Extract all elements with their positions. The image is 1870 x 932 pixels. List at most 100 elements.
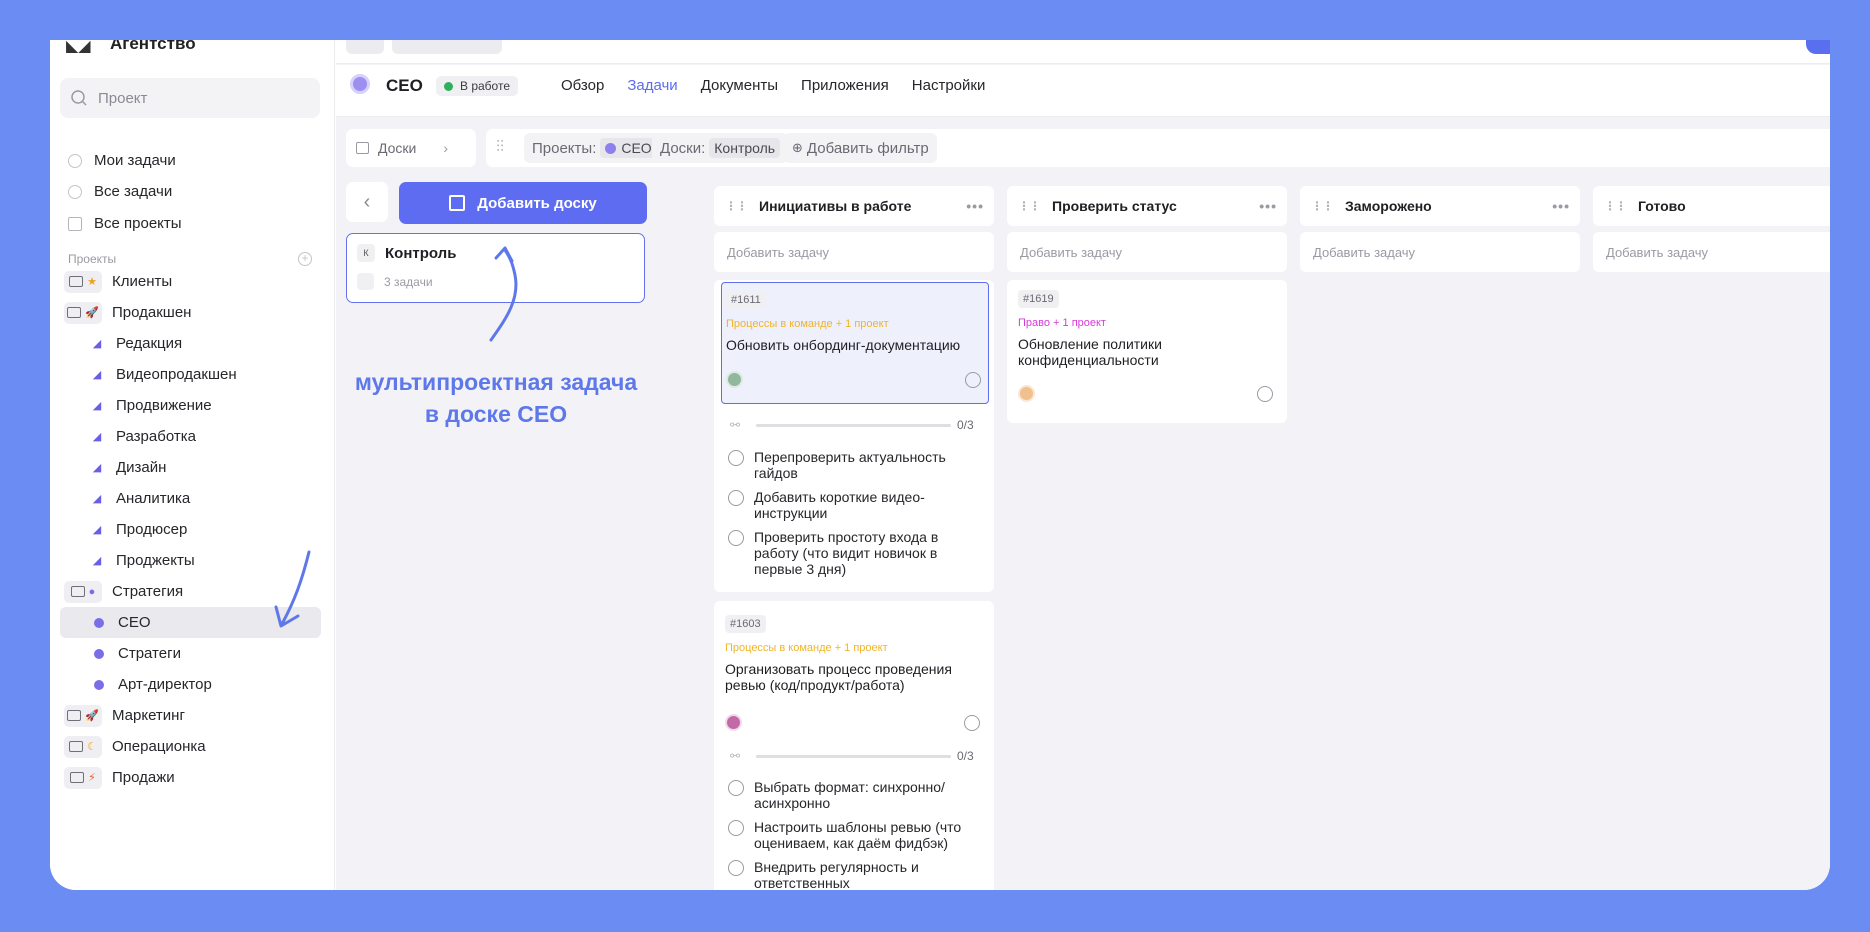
sidebar-project-item[interactable]: 🚀 Маркетинг — [60, 700, 321, 731]
sidebar-project-item[interactable]: ★ Клиенты — [60, 266, 321, 297]
column-header[interactable]: ⋮⋮ Инициативы в работе ••• — [714, 186, 994, 226]
sidebar-project-item[interactable]: ☾ Операционка — [60, 731, 321, 762]
subtask-progress: 0/3 — [957, 418, 974, 432]
sidebar-project-item[interactable]: ◢ Аналитика — [60, 483, 321, 514]
task-projects[interactable]: Право + 1 проект — [1018, 317, 1106, 329]
add-project-icon[interactable]: + — [298, 252, 312, 266]
sidebar-project-item[interactable]: CEO — [60, 607, 321, 638]
subtask-checkbox[interactable] — [728, 530, 744, 546]
task-title: Обновление политики конфиденциальности — [1018, 336, 1162, 368]
task-projects[interactable]: Процессы в команде + 1 проект — [726, 318, 889, 330]
sidebar-project-label: Стратегия — [112, 583, 184, 600]
sidebar-project-item[interactable]: ◢ Проджекты — [60, 545, 321, 576]
sliders-icon[interactable]: ⫶⫶ — [496, 139, 504, 157]
subtask-item[interactable]: Выбрать формат: синхронно/ асинхронно — [728, 779, 983, 811]
top-bar — [336, 40, 1830, 64]
sidebar-project-item[interactable]: ● Стратегия — [60, 576, 321, 607]
add-board-button[interactable]: Добавить доску — [399, 182, 647, 224]
task-card-1611[interactable]: #1611 Процессы в команде + 1 проект Обно… — [714, 280, 994, 592]
tab-apps[interactable]: Приложения — [801, 77, 889, 94]
subtask-item[interactable]: Перепроверить актуальность гайдов — [728, 449, 983, 481]
sidebar-project-item[interactable]: ◢ Продвижение — [60, 390, 321, 421]
folder-icon[interactable]: ⚡ — [64, 766, 102, 789]
drag-handle-icon[interactable]: ⋮⋮ — [1604, 199, 1627, 213]
add-task-button[interactable]: Добавить задачу — [1007, 232, 1287, 272]
sidebar-project-label: Маркетинг — [112, 707, 185, 724]
sidebar-project-item[interactable]: ◢ Продюсер — [60, 514, 321, 545]
complete-checkbox[interactable] — [1257, 386, 1273, 402]
complete-checkbox[interactable] — [964, 715, 980, 731]
complete-checkbox[interactable] — [965, 372, 981, 388]
nav-my-tasks[interactable]: Мои задачи — [68, 152, 176, 169]
column-header[interactable]: ⋮⋮ Проверить статус ••• — [1007, 186, 1287, 226]
subtask-item[interactable]: Добавить короткие видео-инструкции — [728, 489, 983, 521]
collapse-boards-button[interactable]: ‹ — [346, 182, 388, 222]
workspace-name[interactable]: Агентство — [110, 40, 196, 54]
rocket-icon: ◢ — [92, 400, 102, 412]
task-card-1619[interactable]: #1619 Право + 1 проект Обновление полити… — [1007, 280, 1287, 423]
avatar[interactable] — [1018, 385, 1035, 402]
task-title: Обновить онбординг-документацию — [726, 337, 961, 353]
subtask-progress-bar — [756, 424, 951, 427]
sidebar-project-item[interactable]: Стратеги — [60, 638, 321, 669]
sidebar-project-label: Продвижение — [116, 397, 212, 414]
filter-projects[interactable]: Проекты: CEO — [524, 133, 665, 163]
tab-tasks[interactable]: Задачи — [627, 77, 677, 94]
column-header[interactable]: ⋮⋮ Заморожено ••• — [1300, 186, 1580, 226]
subtask-checkbox[interactable] — [728, 490, 744, 506]
status-badge[interactable]: В работе — [436, 76, 519, 96]
sidebar-project-item[interactable]: Арт-директор — [60, 669, 321, 700]
sidebar-project-item[interactable]: ◢ Дизайн — [60, 452, 321, 483]
window-tab[interactable] — [392, 40, 502, 54]
drag-handle-icon[interactable]: ⋮⋮ — [1311, 199, 1334, 213]
subtask-item[interactable]: Проверить простоту входа в работу (что в… — [728, 529, 983, 577]
avatar[interactable] — [726, 371, 743, 388]
task-card-1603[interactable]: #1603 Процессы в команде + 1 проект Орга… — [714, 601, 994, 890]
subtask-checkbox[interactable] — [728, 860, 744, 876]
search-input[interactable]: Проект — [60, 78, 320, 118]
sidebar-project-item[interactable]: ⚡ Продажи — [60, 762, 321, 793]
filter-boards[interactable]: Доски: Контроль — [652, 133, 789, 163]
more-icon[interactable]: ••• — [966, 198, 984, 214]
rocket-icon: ◢ — [92, 431, 102, 443]
sidebar-project-item[interactable]: ◢ Видеопродакшен — [60, 359, 321, 390]
subtask-checkbox[interactable] — [728, 450, 744, 466]
folder-icon[interactable]: 🚀 — [64, 301, 102, 324]
more-icon[interactable]: ••• — [1259, 198, 1277, 214]
add-filter-button[interactable]: ⊕ Добавить фильтр — [784, 133, 937, 163]
folder-icon[interactable]: ★ — [64, 270, 102, 293]
tab-documents[interactable]: Документы — [701, 77, 778, 94]
board-card-control[interactable]: К Контроль 3 задачи — [346, 233, 645, 303]
add-task-button[interactable]: Добавить задачу — [714, 232, 994, 272]
tab-settings[interactable]: Настройки — [912, 77, 986, 94]
drag-handle-icon[interactable]: ⋮⋮ — [1018, 199, 1041, 213]
sidebar-project-item[interactable]: 🚀 Продакшен — [60, 297, 321, 328]
nav-all-tasks[interactable]: Все задачи — [68, 183, 172, 200]
add-task-button[interactable]: Добавить задачу — [1593, 232, 1830, 272]
check-circle-icon — [68, 184, 82, 199]
more-icon[interactable]: ••• — [1552, 198, 1570, 214]
drag-handle-icon[interactable]: ⋮⋮ — [725, 199, 748, 213]
column-header[interactable]: ⋮⋮Готово••• — [1593, 186, 1830, 226]
add-task-button[interactable]: Добавить задачу — [1300, 232, 1580, 272]
annotation-text: мультипроектная задача в доске CEO — [354, 369, 638, 427]
boards-toggle[interactable]: Доски › — [346, 129, 476, 167]
folder-icon[interactable]: ● — [64, 580, 102, 603]
subtask-checkbox[interactable] — [728, 820, 744, 836]
sidebar-project-item[interactable]: ◢ Разработка — [60, 421, 321, 452]
globe-icon — [605, 142, 617, 154]
window-control[interactable] — [346, 40, 384, 54]
folder-icon[interactable]: 🚀 — [64, 704, 102, 727]
sidebar-project-label: Стратеги — [118, 645, 181, 662]
tab-overview[interactable]: Обзор — [561, 77, 604, 94]
avatar[interactable] — [725, 714, 742, 731]
nav-all-projects[interactable]: Все проекты — [68, 215, 182, 232]
sidebar-project-item[interactable]: ◢ Редакция — [60, 328, 321, 359]
globe-icon — [94, 679, 104, 690]
subtask-item[interactable]: Настроить шаблоны ревью (что оцениваем, … — [728, 819, 983, 851]
subtask-checkbox[interactable] — [728, 780, 744, 796]
board-task-count: 3 задачи — [384, 274, 433, 289]
folder-icon[interactable]: ☾ — [64, 735, 102, 758]
subtask-item[interactable]: Внедрить регулярность и ответственных — [728, 859, 983, 890]
task-projects[interactable]: Процессы в команде + 1 проект — [725, 642, 888, 654]
